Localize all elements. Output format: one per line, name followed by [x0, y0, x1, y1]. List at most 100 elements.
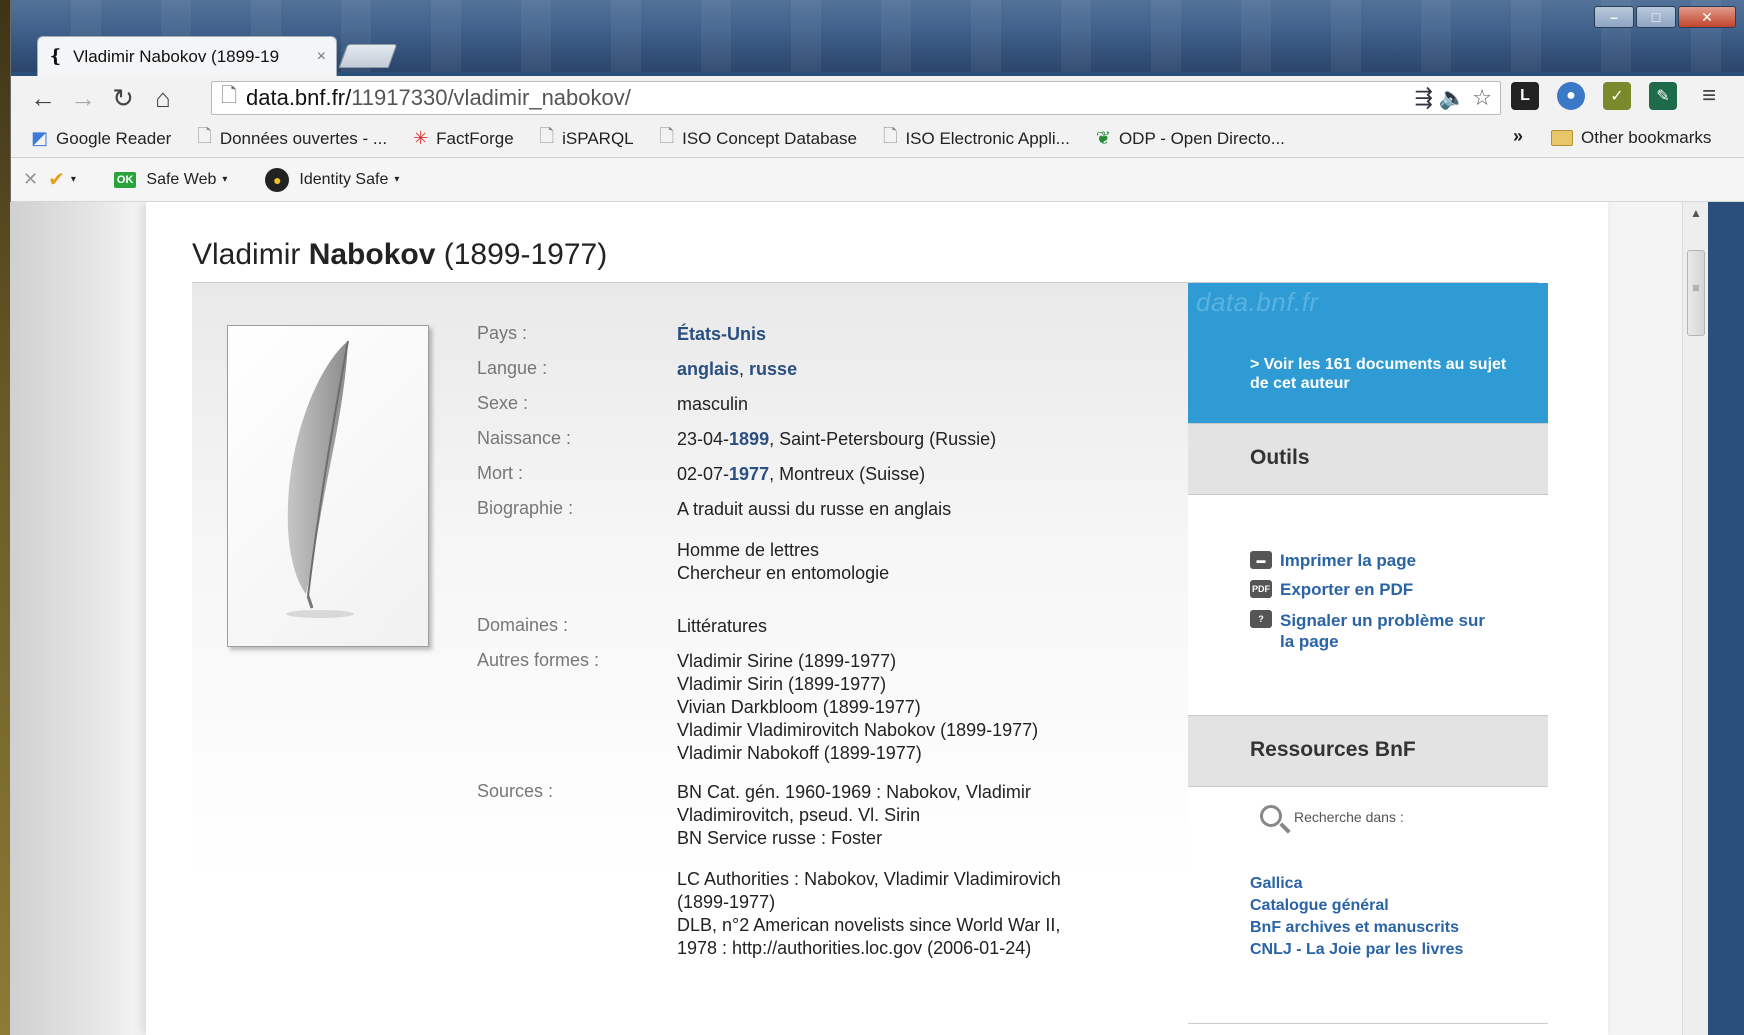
address-bar[interactable]: 🗋 data.bnf.fr/11917330/vladimir_nabokov/…	[211, 81, 1501, 115]
export-pdf-button[interactable]: PDF Exporter en PDF	[1250, 580, 1413, 600]
bookmark-item[interactable]: 🗋 ISO Electronic Appli...	[883, 124, 1070, 154]
extension-l-icon[interactable]: L	[1511, 82, 1539, 110]
safe-web-menu[interactable]: OK Safe Web ▾	[113, 170, 228, 189]
bookmarks-overflow-icon[interactable]: »	[1513, 126, 1523, 147]
window-controls: – □ ✕	[1594, 6, 1736, 28]
report-problem-button[interactable]: ? Signaler un problème sur la page	[1250, 610, 1500, 652]
extension-edit-icon[interactable]: ✎	[1649, 82, 1677, 110]
bookmark-label: ODP - Open Directo...	[1118, 128, 1285, 148]
promo-box: data.bnf.fr > Voir les 161 documents au …	[1188, 283, 1548, 423]
bookmark-item[interactable]: ✳ FactForge	[413, 128, 514, 149]
bookmark-item[interactable]: 🗋 iSPARQL	[540, 124, 634, 154]
bnf-favicon-icon: ❴	[48, 46, 64, 66]
author-portrait	[227, 325, 429, 647]
url-host: data.bnf.fr/	[246, 85, 352, 110]
bookmark-label: ISO Concept Database	[682, 128, 857, 148]
odp-icon: ❦	[1095, 128, 1111, 148]
chevron-down-icon: ▾	[70, 174, 76, 185]
close-toolbar-icon[interactable]: ✕	[23, 169, 38, 190]
quill-icon	[286, 340, 354, 618]
list-item: Vladimir Sirin (1899-1977)	[677, 674, 887, 694]
page-viewport: Vladimir Nabokov (1899-1977) Pays: État…	[10, 202, 1708, 1035]
new-tab-button[interactable]	[338, 44, 398, 68]
bookmark-label: Données ouvertes - ...	[219, 128, 388, 148]
extension-globe-icon[interactable]: ●	[1557, 82, 1585, 110]
factforge-icon: ✳	[413, 128, 429, 148]
list-item: Vladimir Nabokoff (1899-1977)	[677, 743, 922, 763]
page-icon: 🗋	[659, 125, 675, 146]
print-button[interactable]: ▬ Imprimer la page	[1250, 551, 1416, 571]
sidebar: data.bnf.fr > Voir les 161 documents au …	[1188, 283, 1548, 1035]
page-icon: 🗋	[197, 125, 212, 146]
pdf-icon: PDF	[1250, 580, 1272, 598]
tab-close-icon[interactable]: ×	[317, 48, 326, 66]
navigation-toolbar: ← → ↻ ⌂ 🗋 data.bnf.fr/11917330/vladimir_…	[11, 76, 1744, 120]
archives-manuscrits-link[interactable]: BnF archives et manuscrits	[1250, 919, 1459, 937]
url-path: 11917330/vladimir_nabokov/	[351, 85, 631, 110]
cnlj-link[interactable]: CNLJ - La Joie par les livres	[1250, 941, 1463, 959]
other-bookmarks-label: Other bookmarks	[1581, 128, 1712, 147]
other-bookmarks[interactable]: Other bookmarks	[1551, 128, 1711, 148]
identity-safe-menu[interactable]: ● Identity Safe ▾	[265, 167, 400, 192]
share-icon[interactable]: ⇶	[1414, 85, 1432, 111]
tab-active[interactable]: ❴ Vladimir Nabokov (1899-19 ×	[37, 36, 337, 76]
vertical-scrollbar[interactable]: ▲ ≡	[1682, 202, 1708, 1035]
naissance-year-link[interactable]: 1899	[729, 429, 769, 449]
menu-icon[interactable]: ≡	[1695, 82, 1723, 110]
bookmark-star-icon[interactable]: ☆	[1472, 85, 1492, 111]
reload-icon[interactable]: ↻	[103, 83, 143, 114]
gallica-link[interactable]: Gallica	[1250, 875, 1302, 893]
norton-toolbar: ✕ ✔ ▾ OK Safe Web ▾ ● Identity Safe ▾	[11, 158, 1744, 202]
data-bnf-logo: data.bnf.fr	[1196, 287, 1319, 317]
safe-web-ok-icon: OK	[113, 171, 137, 188]
langue-russe-link[interactable]: russe	[749, 359, 797, 379]
outils-header: Outils	[1188, 423, 1548, 495]
pays-link[interactable]: États-Unis	[677, 324, 766, 344]
page-title: Vladimir Nabokov (1899-1977)	[192, 238, 608, 271]
search-icon	[1260, 805, 1282, 827]
norton-status[interactable]: ✕ ✔ ▾	[23, 167, 76, 192]
mort-year-link[interactable]: 1977	[729, 464, 769, 484]
documents-link[interactable]: > Voir les 161 documents au sujet de cet…	[1250, 355, 1510, 393]
bookmark-label: FactForge	[436, 128, 514, 148]
list-item: DLB, n°2 American novelists since World …	[677, 915, 1061, 935]
page-content: Vladimir Nabokov (1899-1977) Pays: État…	[146, 202, 1608, 1035]
bookmark-item[interactable]: ❦ ODP - Open Directo...	[1096, 128, 1285, 149]
safe-web-label: Safe Web	[146, 170, 217, 188]
scroll-thumb[interactable]: ≡	[1687, 250, 1705, 336]
minimize-button[interactable]: –	[1594, 6, 1634, 28]
bookmarks-bar: ◩ Google Reader 🗋 Données ouvertes - ... ✳ Fa…	[11, 120, 1744, 158]
list-item: Vladimirovitch, pseud. Vl. Sirin	[677, 805, 921, 825]
scroll-up-icon[interactable]: ▲	[1690, 206, 1702, 220]
bookmark-item[interactable]: 🗋 ISO Concept Database	[660, 124, 857, 154]
bookmark-item[interactable]: ◩ Google Reader	[31, 128, 171, 149]
chevron-down-icon: ▾	[222, 174, 228, 185]
printer-icon: ▬	[1250, 551, 1272, 569]
list-item: (1899-1977)	[677, 892, 776, 912]
list-item: Vladimir Vladimirovitch Nabokov (1899-19…	[677, 720, 1039, 740]
back-arrow-icon[interactable]: ←	[23, 83, 63, 114]
catalogue-general-link[interactable]: Catalogue général	[1250, 897, 1389, 915]
list-item: BN Cat. gén. 1960-1969 : Nabokov, Vladim…	[677, 782, 1031, 802]
close-window-button[interactable]: ✕	[1678, 6, 1736, 28]
list-item: 1978 : http://authorities.loc.gov (2006-…	[677, 938, 1032, 958]
extension-icons: L ● ✓ ✎ ≡	[1511, 82, 1723, 110]
identity-safe-icon: ●	[265, 167, 290, 192]
list-item: LC Authorities : Nabokov, Vladimir Vladi…	[677, 869, 1061, 889]
forward-arrow-icon[interactable]: →	[63, 83, 103, 114]
list-item: Vivian Darkbloom (1899-1977)	[677, 697, 921, 717]
maximize-button[interactable]: □	[1636, 6, 1676, 28]
google-icon: ◩	[31, 128, 49, 148]
chevron-down-icon: ▾	[394, 174, 400, 185]
bookmark-label: Google Reader	[56, 128, 172, 148]
bookmark-item[interactable]: 🗋 Données ouvertes - ...	[197, 124, 387, 154]
ressources-header: Ressources BnF	[1188, 715, 1548, 787]
page-icon: 🗋	[220, 85, 238, 107]
home-icon[interactable]: ⌂	[143, 83, 183, 114]
extension-check-icon[interactable]: ✓	[1603, 82, 1631, 110]
bookmark-label: ISO Electronic Appli...	[905, 128, 1070, 148]
langue-anglais-link[interactable]: anglais	[677, 359, 739, 379]
author-info-panel: Pays : États-Unis Langue : anglais, russ…	[192, 283, 1192, 1035]
recherche-label: Recherche dans :	[1294, 809, 1404, 825]
speaker-icon[interactable]: 🔈	[1439, 85, 1466, 111]
